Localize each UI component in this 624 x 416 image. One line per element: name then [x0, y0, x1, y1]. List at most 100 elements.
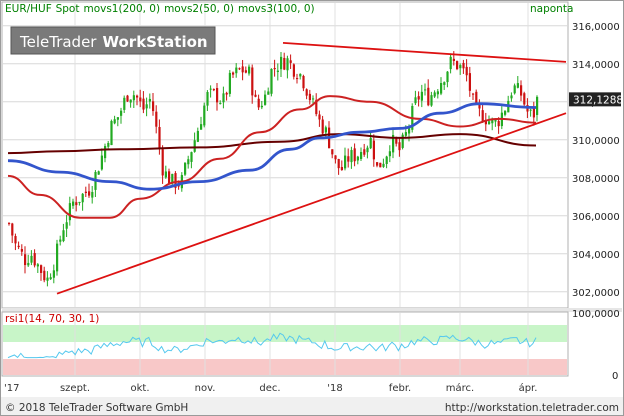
- chart-legend: EUR/HUF Spot movs1(200, 0) movs2(50, 0) movs…: [5, 3, 315, 15]
- candle-up: [286, 58, 289, 71]
- candle-up: [443, 82, 446, 85]
- time-tick-label: ápr.: [519, 382, 538, 394]
- candle-up: [276, 70, 279, 72]
- candle-up: [27, 262, 30, 266]
- candle-up: [424, 89, 427, 91]
- candle-down: [334, 155, 337, 160]
- candle-up: [56, 243, 59, 272]
- panel-splitter[interactable]: [2, 308, 622, 312]
- candle-down: [296, 78, 299, 80]
- price-tick-label: 304,0000: [572, 250, 620, 261]
- candle-up: [209, 88, 212, 90]
- candle-up: [324, 127, 327, 133]
- candle-down: [321, 119, 324, 134]
- candle-down: [136, 95, 139, 98]
- time-axis: '17 szept. okt. nov. dec. '18 febr. márc. ápr.: [4, 382, 537, 394]
- candle-down: [158, 127, 161, 149]
- candle-down: [11, 223, 14, 236]
- candle-down: [244, 70, 247, 73]
- chart-window: 302,0000 304,0000 306,0000 308,0000 310,0000…: [0, 0, 624, 416]
- candle-up: [404, 132, 407, 136]
- candle-up: [52, 270, 55, 278]
- candle-up: [360, 151, 363, 159]
- candle-down: [302, 75, 305, 89]
- candle-down: [257, 98, 260, 108]
- workstation-watermark: TeleTrader WorkStation: [10, 26, 216, 55]
- candle-up: [433, 92, 436, 97]
- candle-up: [414, 97, 417, 104]
- candle-up: [132, 95, 135, 101]
- candle-down: [468, 73, 471, 91]
- price-tick-label: 310,0000: [572, 136, 620, 147]
- candle-down: [33, 253, 36, 266]
- candle-down: [340, 166, 343, 171]
- candle-up: [72, 201, 75, 206]
- ma-100-legend[interactable]: movs3(100, 0): [238, 3, 315, 15]
- candle-down: [43, 270, 46, 281]
- candle-down: [84, 191, 87, 193]
- candle-up: [312, 98, 315, 100]
- candle-down: [318, 114, 321, 120]
- candle-down: [305, 89, 308, 96]
- rsi-overbought-band: [3, 325, 567, 342]
- candle-up: [110, 120, 113, 146]
- candle-down: [75, 202, 78, 206]
- candle-up: [65, 222, 68, 229]
- candle-up: [350, 150, 353, 163]
- price-tick-label: 316,0000: [572, 22, 620, 33]
- price-tick-label: 306,0000: [572, 212, 620, 223]
- candle-down: [152, 101, 155, 112]
- candle-down: [523, 93, 526, 105]
- candle-down: [20, 249, 23, 252]
- candle-down: [427, 87, 430, 106]
- candle-down: [497, 120, 500, 127]
- time-tick-label: okt.: [130, 383, 149, 394]
- candle-down: [289, 60, 292, 63]
- time-tick-label: '17: [4, 383, 19, 394]
- candle-down: [398, 142, 401, 151]
- candle-up: [513, 85, 516, 94]
- candle-down: [417, 96, 420, 100]
- candle-down: [481, 110, 484, 122]
- svg-text:TeleTraderWorkStation: TeleTrader WorkStation: [19, 33, 208, 51]
- candle-down: [14, 236, 17, 244]
- candle-up: [369, 137, 372, 149]
- candle-down: [17, 245, 20, 248]
- interval-label[interactable]: naponta: [530, 3, 573, 15]
- last-price-marker: 312,1288: [569, 92, 623, 107]
- candle-up: [91, 192, 94, 198]
- candle-down: [24, 254, 27, 266]
- candle-up: [36, 264, 39, 267]
- candle-up: [145, 104, 148, 109]
- ma-50-legend[interactable]: movs2(50, 0): [164, 3, 234, 15]
- rsi-tick-label: 0: [612, 371, 618, 382]
- candle-up: [440, 83, 443, 94]
- candle-down: [376, 162, 379, 166]
- candle-up: [299, 73, 302, 77]
- footer-link[interactable]: http://workstation.teletrader.com: [445, 402, 619, 414]
- rsi-title[interactable]: rsi1(14, 70, 30, 1): [5, 313, 99, 325]
- candle-up: [420, 91, 423, 101]
- candle-up: [104, 145, 107, 159]
- candle-down: [232, 72, 235, 75]
- candle-up: [193, 140, 196, 152]
- candle-down: [372, 140, 375, 160]
- ma-200-legend[interactable]: movs1(200, 0): [83, 3, 160, 15]
- candle-down: [88, 191, 91, 196]
- candle-up: [536, 96, 539, 115]
- candle-up: [116, 117, 119, 120]
- candle-down: [363, 149, 366, 155]
- candle-down: [462, 62, 465, 69]
- instrument-name[interactable]: EUR/HUF: [5, 3, 52, 15]
- candle-down: [331, 149, 334, 155]
- rsi-tick-label: 100,0000: [572, 309, 620, 320]
- candle-up: [260, 105, 263, 108]
- candle-up: [30, 255, 33, 263]
- candle-up: [123, 97, 126, 110]
- candle-down: [475, 91, 478, 104]
- candle-down: [216, 88, 219, 103]
- candle-up: [385, 156, 388, 165]
- candle-up: [100, 155, 103, 170]
- candle-up: [59, 239, 62, 242]
- candle-up: [49, 277, 52, 280]
